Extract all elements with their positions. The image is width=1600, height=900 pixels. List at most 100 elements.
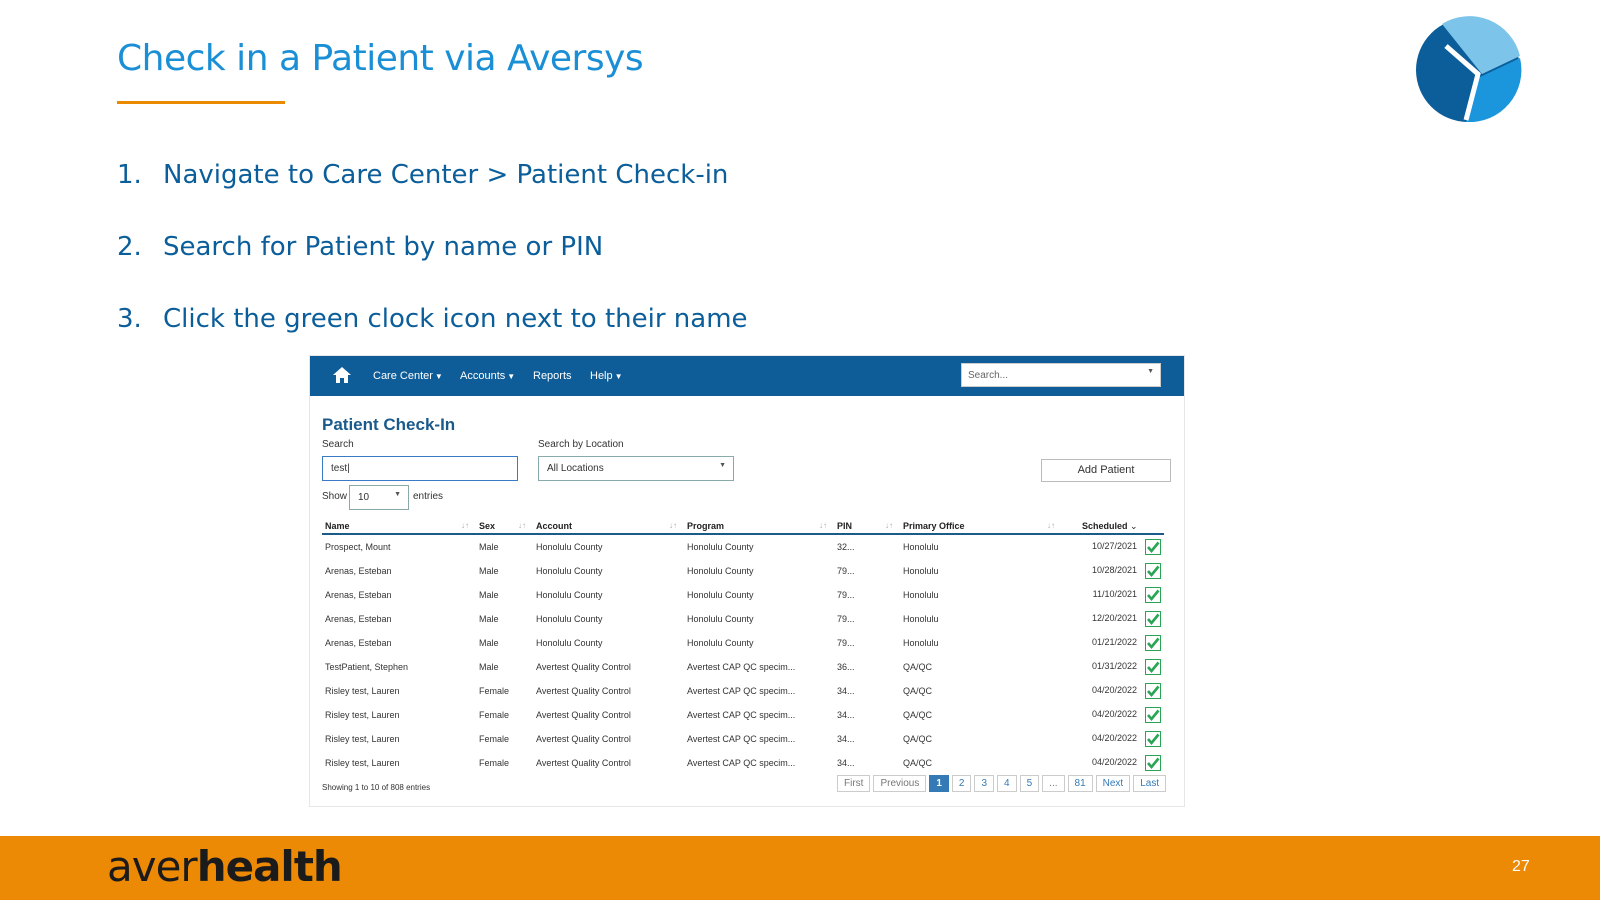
cell-program: Avertest CAP QC specim... bbox=[687, 758, 796, 768]
table-row: Arenas, Esteban Male Honolulu County Honolu… bbox=[322, 631, 1164, 655]
location-select[interactable]: All Locations ▼ bbox=[538, 456, 734, 481]
table-row: Arenas, Esteban Male Honolulu County Honolu… bbox=[322, 583, 1164, 607]
cell-office: QA/QC bbox=[903, 686, 933, 696]
location-label: Search by Location bbox=[538, 439, 624, 450]
cell-scheduled: 04/20/2022 bbox=[1062, 727, 1164, 751]
nav-accounts[interactable]: Accounts ▼ bbox=[460, 370, 515, 382]
add-patient-button[interactable]: Add Patient bbox=[1041, 459, 1171, 482]
step-item: 1. Navigate to Care Center > Patient Chec… bbox=[117, 160, 729, 190]
nav-help[interactable]: Help ▼ bbox=[590, 370, 623, 382]
cell-pin: 34... bbox=[837, 734, 855, 744]
caret-down-icon: ▼ bbox=[719, 462, 726, 469]
caret-down-icon: ▼ bbox=[614, 372, 623, 381]
cell-program: Honolulu County bbox=[687, 590, 754, 600]
entries-label: entries bbox=[413, 491, 444, 502]
cell-sex: Female bbox=[479, 734, 510, 744]
cell-account: Avertest Quality Control bbox=[536, 686, 631, 696]
page-button[interactable]: 5 bbox=[1019, 775, 1040, 792]
brand-wordmark: averhealth bbox=[107, 842, 343, 891]
cell-scheduled: 01/21/2022 bbox=[1062, 631, 1164, 655]
page-button[interactable]: 1 bbox=[929, 775, 949, 792]
page-button[interactable]: Next bbox=[1095, 775, 1131, 792]
column-header-sex[interactable]: Sex ↓↑ bbox=[476, 519, 533, 535]
cell-scheduled: 04/20/2022 bbox=[1062, 679, 1164, 703]
check-in-icon[interactable] bbox=[1145, 611, 1161, 627]
check-in-icon[interactable] bbox=[1145, 635, 1161, 651]
cell-program: Avertest CAP QC specim... bbox=[687, 734, 796, 744]
check-in-icon[interactable] bbox=[1145, 755, 1161, 771]
cell-sex: Male bbox=[479, 566, 499, 576]
cell-name: Risley test, Lauren bbox=[325, 758, 400, 768]
page-button[interactable]: 2 bbox=[951, 775, 972, 792]
cell-sex: Female bbox=[479, 686, 510, 696]
home-icon[interactable] bbox=[332, 365, 352, 385]
cell-program: Avertest CAP QC specim... bbox=[687, 662, 796, 672]
nav-care-center[interactable]: Care Center ▼ bbox=[373, 370, 443, 382]
page-button[interactable]: 3 bbox=[974, 775, 995, 792]
cell-sex: Male bbox=[479, 614, 499, 624]
check-in-icon[interactable] bbox=[1145, 707, 1161, 723]
cell-name: Arenas, Esteban bbox=[325, 614, 392, 624]
cell-scheduled: 11/10/2021 bbox=[1062, 583, 1164, 607]
cell-program: Avertest CAP QC specim... bbox=[687, 686, 796, 696]
search-input[interactable]: test| bbox=[322, 456, 518, 481]
cell-program: Avertest CAP QC specim... bbox=[687, 710, 796, 720]
cell-program: Honolulu County bbox=[687, 542, 754, 552]
column-header-program[interactable]: Program ↓↑ bbox=[684, 519, 834, 535]
column-header-pin[interactable]: PIN ↓↑ bbox=[834, 519, 900, 535]
cell-name: TestPatient, Stephen bbox=[325, 662, 409, 672]
entries-select[interactable]: 10 ▼ bbox=[349, 485, 409, 510]
slide-footer: averhealth 27 bbox=[0, 836, 1600, 900]
table-row: TestPatient, Stephen Male Avertest Quality… bbox=[322, 655, 1164, 679]
table-row: Risley test, Lauren Female Avertest Qualit… bbox=[322, 679, 1164, 703]
cell-pin: 79... bbox=[837, 566, 855, 576]
page-button[interactable]: 4 bbox=[997, 775, 1017, 792]
page-button[interactable]: First bbox=[837, 775, 871, 792]
check-in-icon[interactable] bbox=[1145, 683, 1161, 699]
title-underline bbox=[117, 101, 285, 104]
check-in-icon[interactable] bbox=[1145, 659, 1161, 675]
sort-icon: ↓↑ bbox=[518, 521, 526, 530]
cell-program: Honolulu County bbox=[687, 614, 754, 624]
cell-account: Honolulu County bbox=[536, 590, 603, 600]
page-button[interactable]: 81 bbox=[1067, 775, 1093, 792]
app-navbar: Care Center ▼ Accounts ▼ Reports Help ▼ Sea… bbox=[310, 356, 1184, 396]
cell-name: Arenas, Esteban bbox=[325, 590, 392, 600]
table-row: Prospect, Mount Male Honolulu County Honolu… bbox=[322, 534, 1164, 559]
check-in-icon[interactable] bbox=[1145, 563, 1161, 579]
page-button: ... bbox=[1042, 775, 1065, 792]
column-header-account[interactable]: Account ↓↑ bbox=[533, 519, 684, 535]
sort-icon: ↓↑ bbox=[819, 521, 827, 530]
cell-scheduled: 10/28/2021 bbox=[1062, 559, 1164, 583]
cell-office: QA/QC bbox=[903, 758, 933, 768]
cell-office: Honolulu bbox=[903, 542, 939, 552]
check-in-icon[interactable] bbox=[1145, 539, 1161, 555]
patient-table: Name ↓↑ Sex ↓↑ Account ↓↑ Program ↓↑ PIN ↓↑ P… bbox=[322, 519, 1164, 775]
slide-title: Check in a Patient via Aversys bbox=[117, 38, 644, 79]
cell-sex: Male bbox=[479, 542, 499, 552]
page-button[interactable]: Previous bbox=[873, 775, 927, 792]
cell-scheduled: 04/20/2022 bbox=[1062, 751, 1164, 775]
check-in-icon[interactable] bbox=[1145, 731, 1161, 747]
cell-sex: Male bbox=[479, 662, 499, 672]
nav-reports[interactable]: Reports bbox=[533, 370, 572, 382]
averhealth-logo-icon bbox=[1416, 16, 1522, 122]
column-header-name[interactable]: Name ↓↑ bbox=[322, 519, 476, 535]
cell-sex: Male bbox=[479, 590, 499, 600]
column-header-scheduled[interactable]: Scheduled ⌄ bbox=[1062, 519, 1164, 535]
cell-pin: 34... bbox=[837, 710, 855, 720]
check-in-icon[interactable] bbox=[1145, 587, 1161, 603]
cell-program: Honolulu County bbox=[687, 638, 754, 648]
sort-icon: ↓↑ bbox=[669, 521, 677, 530]
cell-scheduled: 04/20/2022 bbox=[1062, 703, 1164, 727]
column-header-primary-office[interactable]: Primary Office ↓↑ bbox=[900, 519, 1062, 535]
global-search-input[interactable]: Search... ▼ bbox=[961, 363, 1161, 387]
page-title: Patient Check-In bbox=[322, 415, 456, 434]
cell-account: Avertest Quality Control bbox=[536, 662, 631, 672]
cell-sex: Female bbox=[479, 710, 510, 720]
caret-down-icon: ▼ bbox=[434, 372, 443, 381]
cell-pin: 36... bbox=[837, 662, 855, 672]
cell-account: Avertest Quality Control bbox=[536, 758, 631, 768]
show-label: Show bbox=[322, 491, 348, 502]
page-button[interactable]: Last bbox=[1133, 775, 1167, 792]
